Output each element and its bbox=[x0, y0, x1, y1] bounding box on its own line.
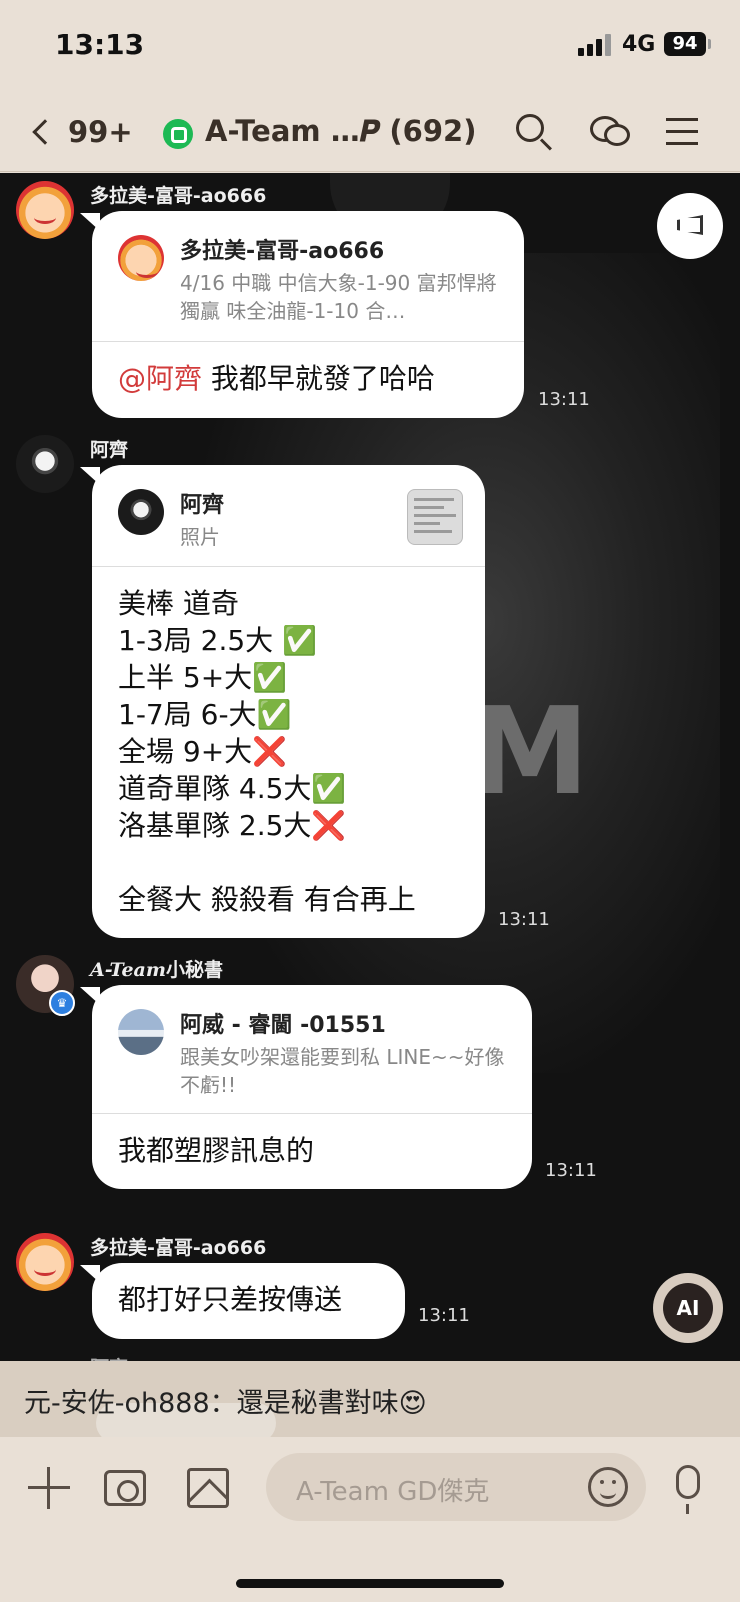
mic-icon[interactable] bbox=[676, 1465, 700, 1514]
sender-name-styled: A-Team bbox=[90, 959, 166, 981]
sender-name: 多拉美-富哥-ao666 bbox=[90, 1237, 267, 1259]
announcement-button[interactable] bbox=[657, 193, 723, 259]
sender-name: 阿齊 bbox=[90, 1353, 128, 1361]
sender-name: 多拉美-富哥-ao666 bbox=[90, 185, 267, 207]
background-logo: M bbox=[470, 683, 594, 822]
sender-name-suffix: 小秘書 bbox=[165, 959, 223, 981]
input-bar: A-Team GD傑克 bbox=[0, 1437, 740, 1602]
group-icon bbox=[163, 119, 193, 149]
avatar[interactable] bbox=[16, 1233, 74, 1291]
network-type: 4G bbox=[622, 32, 656, 57]
chat-icon[interactable] bbox=[588, 110, 632, 154]
plus-icon[interactable] bbox=[28, 1467, 70, 1509]
quote-sender: 多拉美-富哥-ao666 bbox=[180, 239, 385, 264]
signal-icon bbox=[578, 34, 612, 56]
message-bubble[interactable]: 阿齊 照片 美棒 道奇 1-3局 2.5大 ✅ 上半 5+大✅ 1-7局 6-大… bbox=[92, 465, 485, 938]
input-placeholder: A-Team GD傑克 bbox=[296, 1477, 490, 1507]
chat-area[interactable]: M 多拉美-富哥-ao666 多拉美-富哥-ao666 4/16 中職 中信大象… bbox=[0, 173, 740, 1361]
avatar[interactable] bbox=[16, 181, 74, 239]
unread-count: 99+ bbox=[68, 115, 133, 149]
quote-sender: 阿威 - 睿閫 -01551 bbox=[180, 1013, 386, 1038]
message-text: 我都塑膠訊息的 bbox=[118, 1134, 315, 1167]
message-time: 13:11 bbox=[498, 909, 550, 930]
message-text: @阿齊 我都早就發了哈哈 bbox=[92, 342, 524, 417]
sender-name: A-Team小秘書 bbox=[90, 955, 223, 982]
sender-name: 阿齊 bbox=[90, 439, 129, 461]
quote-avatar bbox=[118, 489, 164, 535]
mention[interactable]: @阿齊 bbox=[118, 362, 202, 395]
message-bubble[interactable]: 阿威 - 睿閫 -01551 跟美女吵架還能要到私 LINE~~好像不虧!! 我… bbox=[92, 985, 532, 1189]
quote-avatar bbox=[118, 235, 164, 281]
new-message-preview[interactable]: 元-安佐-oh888：還是秘書對味😍 bbox=[0, 1361, 740, 1443]
quote-avatar bbox=[118, 1009, 164, 1055]
message-bubble[interactable]: 多拉美-富哥-ao666 4/16 中職 中信大象-1-90 富邦悍將獨贏 味全… bbox=[92, 211, 524, 418]
image-icon[interactable] bbox=[187, 1468, 229, 1508]
message-body: 我都早就發了哈哈 bbox=[202, 362, 435, 395]
home-indicator[interactable] bbox=[236, 1579, 504, 1588]
photo-thumbnail[interactable] bbox=[407, 489, 463, 545]
avatar[interactable] bbox=[16, 435, 74, 493]
group-title[interactable]: A-Team …𝑷 (692) bbox=[205, 114, 476, 149]
message-time: 13:11 bbox=[545, 1160, 597, 1181]
status-bar: 13:13 4G 94 bbox=[0, 0, 740, 92]
reply-quote[interactable]: 阿威 - 睿閫 -01551 跟美女吵架還能要到私 LINE~~好像不虧!! bbox=[92, 985, 532, 1114]
search-icon[interactable] bbox=[512, 110, 556, 154]
message-input[interactable]: A-Team GD傑克 bbox=[266, 1453, 646, 1521]
ai-button[interactable]: AI bbox=[653, 1273, 723, 1343]
status-time: 13:13 bbox=[55, 28, 145, 61]
message-time: 13:11 bbox=[418, 1305, 470, 1326]
quote-text: 4/16 中職 中信大象-1-90 富邦悍將獨贏 味全油龍-1-10 合… bbox=[180, 271, 497, 323]
message-text: 都打好只差按傳送 bbox=[118, 1283, 343, 1316]
battery-icon: 94 bbox=[664, 32, 706, 56]
preview-text: 元-安佐-oh888：還是秘書對味😍 bbox=[24, 1388, 427, 1419]
quote-text: 跟美女吵架還能要到私 LINE~~好像不虧!! bbox=[180, 1045, 505, 1097]
menu-icon[interactable] bbox=[660, 110, 704, 154]
camera-icon[interactable] bbox=[104, 1470, 146, 1506]
announcement-icon bbox=[677, 215, 703, 235]
reply-quote[interactable]: 阿齊 照片 bbox=[92, 465, 485, 567]
crown-icon: ♛ bbox=[49, 990, 75, 1016]
message-text: 美棒 道奇 1-3局 2.5大 ✅ 上半 5+大✅ 1-7局 6-大✅ 全場 9… bbox=[118, 587, 416, 916]
chat-header: 99+ A-Team …𝑷 (692) bbox=[0, 92, 740, 172]
reply-quote[interactable]: 多拉美-富哥-ao666 4/16 中職 中信大象-1-90 富邦悍將獨贏 味全… bbox=[92, 211, 524, 342]
battery-tip bbox=[708, 39, 711, 49]
back-chevron-icon bbox=[32, 119, 58, 145]
ai-button-label: AI bbox=[663, 1283, 713, 1333]
emoji-icon[interactable] bbox=[588, 1467, 628, 1507]
message-bubble[interactable]: 都打好只差按傳送 bbox=[92, 1263, 405, 1339]
back-button[interactable]: 99+ bbox=[28, 104, 133, 160]
message-time: 13:11 bbox=[538, 389, 590, 410]
